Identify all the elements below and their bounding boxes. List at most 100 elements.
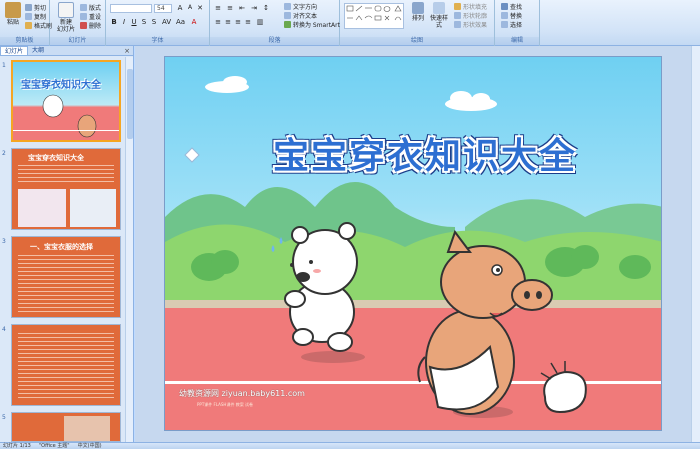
- shadow-button[interactable]: S: [150, 18, 158, 26]
- justify-button[interactable]: ≡: [244, 18, 252, 26]
- language-indicator[interactable]: 中文(中国): [78, 443, 102, 449]
- slides-group: 新建 幻灯片 版式 重设 删除 幻灯片: [50, 0, 106, 46]
- thumbnail-frame: [11, 412, 121, 442]
- line-spacing-button[interactable]: ↕: [262, 4, 270, 12]
- delete-icon: [80, 21, 87, 29]
- thumbnail-frame: 一、宝宝衣服的选择: [11, 236, 121, 318]
- close-icon[interactable]: ×: [124, 47, 130, 55]
- current-slide[interactable]: 宝宝穿衣知识大全 幼教资源网 ziyuan.baby611.com PPT课件 …: [164, 56, 662, 431]
- layout-icon: [80, 3, 87, 11]
- cursor-icon: [501, 20, 508, 28]
- clipboard-group: 粘贴 剪切 复制 格式刷 剪贴板: [0, 0, 52, 46]
- increase-indent-button[interactable]: ⇥: [250, 4, 258, 12]
- slide-thumbnail-3[interactable]: 3 一、宝宝衣服的选择: [0, 236, 126, 318]
- slide-thumbnail-1[interactable]: 1 宝宝穿衣知识大全: [0, 60, 126, 142]
- select-button[interactable]: 选择: [501, 20, 522, 29]
- ribbon: 粘贴 剪切 复制 格式刷 剪贴板 新建 幻灯片 版式 重设 删除 幻灯片 54: [0, 0, 700, 46]
- panel-tabs: 幻灯片 大纲 ×: [0, 46, 133, 56]
- smartart-icon: [284, 20, 291, 28]
- watermark-subtext: PPT课件 FLASH课件 教案 试卷: [197, 402, 253, 407]
- slide-editor: 宝宝穿衣知识大全 幼教资源网 ziyuan.baby611.com PPT课件 …: [135, 46, 700, 442]
- layout-button[interactable]: 版式: [80, 3, 101, 12]
- effects-icon: [454, 20, 461, 28]
- thumb-characters-icon: [13, 94, 119, 138]
- columns-button[interactable]: ▥: [256, 18, 264, 26]
- new-slide-button[interactable]: 新建 幻灯片: [55, 2, 77, 33]
- reset-icon: [80, 12, 87, 20]
- font-group: 54 A A ✕ B I U S S AV Aa A 字体: [106, 0, 210, 46]
- slide-background-art: [165, 76, 661, 430]
- cut-button[interactable]: 剪切: [25, 3, 46, 12]
- bold-button[interactable]: B: [110, 18, 118, 26]
- paste-icon: [5, 2, 21, 18]
- binoculars-icon: [501, 2, 508, 10]
- text-direction-icon: [284, 2, 291, 10]
- quick-styles-icon: [433, 2, 445, 14]
- slide-thumbnail-2[interactable]: 2 宝宝穿衣知识大全: [0, 148, 126, 230]
- decrease-indent-button[interactable]: ⇤: [238, 4, 246, 12]
- format-painter-button[interactable]: 格式刷: [25, 21, 52, 30]
- shrink-font-button[interactable]: A: [186, 4, 194, 12]
- tab-outline[interactable]: 大纲: [28, 46, 48, 55]
- thumb-photo-right: [70, 189, 116, 227]
- text-direction-button[interactable]: 文字方向: [284, 2, 317, 11]
- replace-button[interactable]: 替换: [501, 11, 522, 20]
- arrange-icon: [412, 2, 424, 14]
- scrollbar-thumb[interactable]: [127, 69, 133, 139]
- slide-thumbnail-5[interactable]: 5: [0, 412, 126, 442]
- slide-thumbnail-4[interactable]: 4: [0, 324, 126, 406]
- theme-name: "Office 主题": [38, 443, 70, 449]
- italic-button[interactable]: I: [120, 18, 128, 26]
- status-bar: 幻灯片 1/13 "Office 主题" 中文(中国): [0, 442, 700, 449]
- shape-fill-button[interactable]: 形状填充: [454, 2, 487, 11]
- drawing-group: 排列 快速样式 形状填充 形状轮廓 形状效果 绘图: [340, 0, 495, 46]
- bullets-button[interactable]: ≡: [214, 4, 222, 12]
- font-size-combo[interactable]: 54: [154, 4, 172, 13]
- quick-styles-button[interactable]: 快速样式: [428, 2, 450, 29]
- slide-title[interactable]: 宝宝穿衣知识大全: [225, 127, 625, 179]
- replace-icon: [501, 11, 508, 19]
- paragraph-group: ≡ ≡ ⇤ ⇥ ↕ ≡ ≡ ≡ ≡ ▥ 文字方向 对齐文本 转换为 SmartA…: [210, 0, 340, 46]
- thumb-text-block: [18, 165, 114, 185]
- tab-slides[interactable]: 幻灯片: [0, 46, 29, 55]
- scissors-icon: [25, 3, 32, 11]
- paste-button[interactable]: 粘贴: [3, 2, 23, 26]
- align-left-button[interactable]: ≡: [214, 18, 222, 26]
- slides-panel: 幻灯片 大纲 × 1 宝宝穿衣知识大全 2 宝宝穿衣知识大全 3 一、宝宝衣服的…: [0, 46, 134, 442]
- thumb-text-block: [18, 255, 114, 313]
- underline-button[interactable]: U: [130, 18, 138, 26]
- change-case-button[interactable]: Aa: [176, 18, 185, 26]
- thumb-photo-left: [18, 189, 66, 227]
- align-text-icon: [284, 11, 291, 19]
- editing-group: 查找 替换 选择 编辑: [495, 0, 540, 46]
- thumbnail-frame: 宝宝穿衣知识大全: [11, 60, 121, 142]
- strikethrough-button[interactable]: S: [140, 18, 148, 26]
- shape-effects-button[interactable]: 形状效果: [454, 20, 487, 29]
- shapes-gallery[interactable]: [344, 3, 404, 29]
- copy-button[interactable]: 复制: [25, 12, 46, 21]
- brush-icon: [25, 21, 32, 29]
- spacing-button[interactable]: AV: [162, 18, 171, 26]
- grow-font-button[interactable]: A: [176, 4, 184, 12]
- align-center-button[interactable]: ≡: [224, 18, 232, 26]
- smartart-button[interactable]: 转换为 SmartArt: [284, 20, 340, 29]
- editor-scrollbar[interactable]: [691, 46, 700, 442]
- reset-button[interactable]: 重设: [80, 12, 101, 21]
- thumbnail-frame: 宝宝穿衣知识大全: [11, 148, 121, 230]
- font-color-button[interactable]: A: [190, 18, 198, 26]
- find-button[interactable]: 查找: [501, 2, 522, 11]
- arrange-button[interactable]: 排列: [410, 2, 426, 22]
- shape-outline-button[interactable]: 形状轮廓: [454, 11, 487, 20]
- font-name-combo[interactable]: [110, 4, 152, 13]
- delete-button[interactable]: 删除: [80, 21, 101, 30]
- fill-bucket-icon: [454, 2, 461, 10]
- align-text-button[interactable]: 对齐文本: [284, 11, 317, 20]
- numbering-button[interactable]: ≡: [226, 4, 234, 12]
- panel-scrollbar[interactable]: [125, 57, 133, 442]
- clear-format-button[interactable]: ✕: [196, 4, 204, 12]
- new-slide-icon: [58, 2, 74, 18]
- align-right-button[interactable]: ≡: [234, 18, 242, 26]
- shapes-icon: [346, 5, 402, 21]
- thumb-photo: [64, 416, 110, 441]
- thumb-text-block: [18, 333, 114, 401]
